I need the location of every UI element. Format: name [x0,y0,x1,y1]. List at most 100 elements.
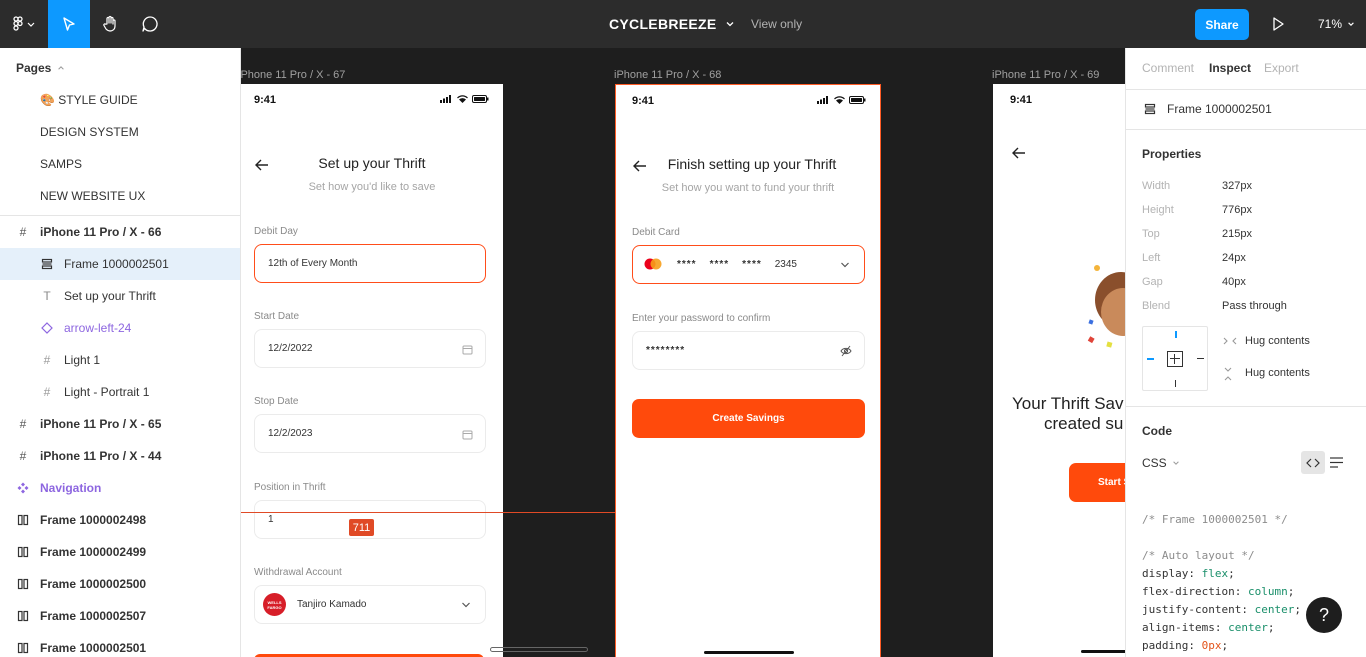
layer-row[interactable]: Frame 1000002507 [0,600,240,632]
divider [1126,129,1366,130]
code-title: Code [1142,424,1172,438]
field-label: Withdrawal Account [254,567,342,578]
layer-row[interactable]: Frame 1000002500 [0,568,240,600]
layer-row[interactable]: T Set up your Thrift [0,280,240,312]
layer-row[interactable]: Frame 1000002501 [0,632,240,657]
move-tool-button[interactable] [48,0,90,48]
prop-value[interactable]: 40px [1222,276,1246,288]
debit-day-field[interactable]: 12th of Every Month [254,244,486,283]
comment-tool-button[interactable] [130,0,170,48]
phone-frame-67[interactable]: 9:41 Set up your Thrift Set how you'd li… [241,84,503,657]
password-field[interactable]: ******** [632,331,865,370]
constraint-bottom [1175,380,1176,387]
layer-row[interactable]: Frame 1000002498 [0,504,240,536]
phone-frame-68[interactable]: 9:41 Finish setting up your Thrift Set h… [615,84,881,657]
status-time: 9:41 [254,94,277,106]
page-item[interactable]: 🎨 STYLE GUIDE [40,93,138,107]
text-icon: T [43,289,51,303]
figma-logo-icon [13,16,35,31]
tab-export[interactable]: Export [1264,61,1299,75]
zoom-menu[interactable]: 71% [1318,17,1355,31]
present-button[interactable] [1268,14,1288,39]
field-label: Enter your password to confirm [632,313,771,324]
withdrawal-account-select[interactable]: WELLS FARGO Tanjiro Kamado [254,585,486,624]
frame-label[interactable]: iPhone 11 Pro / X - 67 [241,69,345,81]
start-saving-button[interactable]: Start S [1069,463,1125,502]
constraint-center [1167,351,1183,367]
properties-title: Properties [1142,147,1202,161]
tab-comment[interactable]: Comment [1142,61,1194,75]
design-canvas[interactable]: iPhone 11 Pro / X - 67 iPhone 11 Pro / X… [241,48,1125,657]
inspect-panel: Comment Inspect Export Frame 1000002501 … [1125,48,1366,657]
arrow-left-icon[interactable] [1011,146,1027,160]
horizontal-scrollbar[interactable] [490,647,588,652]
frame-hash-icon: # [19,449,27,463]
field-label: Debit Card [632,227,680,238]
stop-date-field[interactable]: 12/2/2023 [254,414,486,453]
measure-guide-line [241,512,615,513]
hug-vertical-label: Hug contents [1245,367,1310,379]
create-savings-button[interactable]: Create Savings [632,399,865,438]
eye-off-icon[interactable] [840,345,852,357]
layer-row[interactable]: # Light - Portrait 1 [0,376,240,408]
layer-row[interactable]: # iPhone 11 Pro / X - 66 [0,216,240,248]
pages-header[interactable]: Pages [16,61,65,75]
prop-value[interactable]: Pass through [1222,300,1287,312]
columns-icon [16,577,30,591]
cursor-arrow-icon [63,17,75,31]
layer-row[interactable]: Frame 1000002499 [0,536,240,568]
constraint-top [1175,331,1177,338]
field-label: Debit Day [254,226,298,237]
home-indicator [704,651,794,654]
code-block[interactable]: /* Frame 1000002501 */ /* Auto layout */… [1142,493,1301,655]
battery-icon [849,96,866,104]
debit-card-select[interactable]: **** **** **** 2345 [632,245,865,284]
prop-key: Gap [1142,276,1163,288]
prop-value[interactable]: 215px [1222,228,1252,240]
screen-subtitle: Set how you'd like to save [308,181,436,193]
page-item[interactable]: SAMPS [40,157,82,171]
wifi-icon [457,95,468,103]
phone-frame-69[interactable]: 9:41 Your Thrift Sav created su Start S [993,84,1125,657]
hand-tool-button[interactable] [90,0,130,48]
chevron-up-icon [57,66,64,70]
view-mode-label: View only [751,17,803,31]
main-menu-button[interactable] [0,0,48,48]
layer-row-selected[interactable]: Frame 1000002501 [0,248,240,280]
chevron-down-icon [1348,22,1355,26]
screen-title: Finish setting up your Thrift [667,156,837,172]
layer-row[interactable]: # Light 1 [0,344,240,376]
constraint-right [1197,358,1204,359]
layer-row[interactable]: # iPhone 11 Pro / X - 44 [0,440,240,472]
code-language-select[interactable]: CSS [1142,456,1180,470]
code-view-toggle[interactable] [1301,451,1325,474]
constraint-cross-v [1174,354,1175,364]
play-icon [1273,17,1284,31]
start-date-field[interactable]: 12/2/2022 [254,329,486,368]
page-item[interactable]: NEW WEBSITE UX [40,189,145,203]
field-label: Start Date [254,311,300,322]
prop-value[interactable]: 24px [1222,252,1246,264]
layer-row[interactable]: Navigation [0,472,240,504]
list-view-icon[interactable] [1330,457,1343,468]
constraints-widget [1142,326,1208,391]
share-button[interactable]: Share [1195,9,1249,40]
status-time: 9:41 [632,95,655,107]
selection-name: Frame 1000002501 [1167,102,1272,116]
chevron-down-icon [462,602,470,608]
tab-inspect[interactable]: Inspect [1209,61,1251,75]
layers-panel: Pages 🎨 STYLE GUIDE DESIGN SYSTEM SAMPS … [0,48,241,657]
layer-row[interactable]: arrow-left-24 [0,312,240,344]
hug-vertical-icon [1224,367,1232,381]
file-title-menu[interactable]: CYCLEBREEZE [609,0,735,48]
frame-label[interactable]: iPhone 11 Pro / X - 69 [992,69,1099,81]
layer-row[interactable]: # iPhone 11 Pro / X - 65 [0,408,240,440]
code-brackets-icon [1306,458,1320,467]
page-item[interactable]: DESIGN SYSTEM [40,125,139,139]
help-button[interactable]: ? [1306,597,1342,633]
prop-key: Height [1142,204,1174,216]
home-indicator [1081,650,1125,653]
prop-value[interactable]: 327px [1222,180,1252,192]
frame-label[interactable]: iPhone 11 Pro / X - 68 [614,69,721,81]
prop-value[interactable]: 776px [1222,204,1252,216]
